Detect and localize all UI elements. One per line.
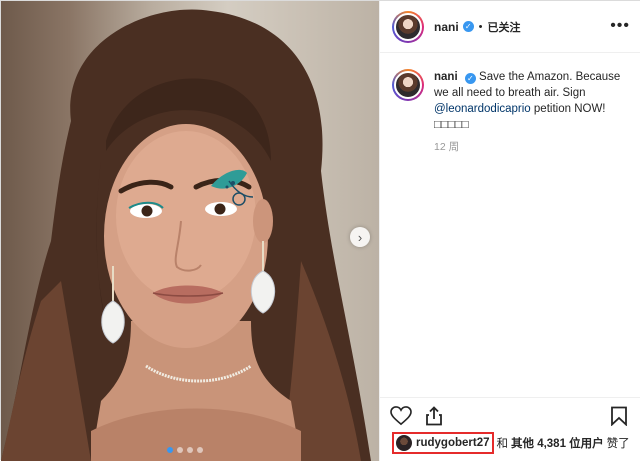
verified-badge-icon: ✓ bbox=[462, 21, 474, 32]
avatar[interactable] bbox=[392, 10, 424, 43]
caption-text: nani ✓ Save the Amazon. Because we all n… bbox=[434, 69, 632, 133]
header-separator: • bbox=[478, 20, 483, 33]
likes-and: 和 bbox=[496, 438, 509, 450]
liker-username[interactable]: rudygobert27 bbox=[416, 437, 490, 449]
liker-avatar bbox=[396, 435, 412, 451]
following-button[interactable]: 已关注 bbox=[488, 19, 521, 35]
carousel-dot bbox=[177, 447, 183, 453]
verified-badge-icon: ✓ bbox=[464, 73, 476, 84]
mention-link[interactable]: @leonardodicaprio bbox=[434, 103, 531, 115]
instagram-post: › nani ✓ • 已关注 ••• nani ✓ Save the Amazo… bbox=[0, 0, 640, 461]
carousel-dot bbox=[197, 447, 203, 453]
portrait-illustration bbox=[1, 9, 371, 461]
caption: nani ✓ Save the Amazon. Because we all n… bbox=[392, 69, 632, 133]
likes-others-count[interactable]: 其他 4,381 位用户 bbox=[511, 435, 604, 451]
post-header: nani ✓ • 已关注 ••• bbox=[380, 1, 640, 53]
highlighted-liker[interactable]: rudygobert27 bbox=[392, 432, 494, 454]
carousel-indicator bbox=[167, 447, 203, 453]
likes-liked: 赞了 bbox=[606, 438, 630, 450]
heart-icon[interactable] bbox=[390, 406, 412, 426]
caption-avatar[interactable] bbox=[392, 69, 424, 101]
caption-username[interactable]: nani bbox=[434, 71, 458, 83]
carousel-dot bbox=[187, 447, 193, 453]
post-time[interactable]: 12 周 bbox=[434, 139, 459, 154]
likes-summary: rudygobert27 和 其他 4,381 位用户 赞了 bbox=[392, 431, 640, 455]
action-bar bbox=[380, 397, 640, 431]
more-options-icon[interactable]: ••• bbox=[610, 18, 630, 34]
carousel-next-button[interactable]: › bbox=[350, 227, 370, 247]
caption-text-before: Save the Amazon. Because we all need to … bbox=[434, 71, 621, 99]
carousel-dot bbox=[167, 447, 173, 453]
share-icon[interactable] bbox=[424, 406, 444, 426]
bookmark-icon[interactable] bbox=[610, 406, 628, 426]
post-photo[interactable]: › bbox=[1, 1, 379, 461]
header-username[interactable]: nani bbox=[434, 20, 459, 34]
post-details-panel: nani ✓ • 已关注 ••• nani ✓ Save the Amazon.… bbox=[379, 1, 640, 461]
chevron-right-icon: › bbox=[357, 229, 363, 245]
